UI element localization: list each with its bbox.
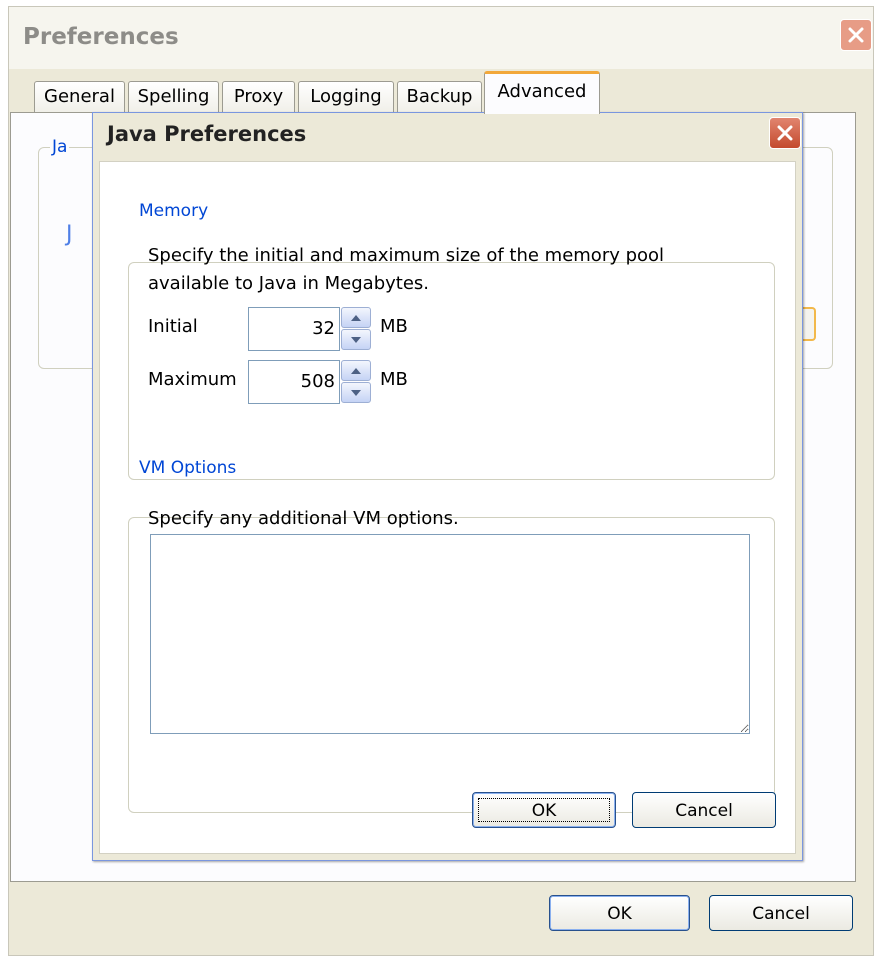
dialog-ok-label: OK	[531, 801, 557, 821]
window-title: Preferences	[23, 24, 179, 50]
maximum-memory-field[interactable]: 508	[248, 360, 340, 404]
memory-description: Specify the initial and maximum size of …	[148, 245, 665, 266]
dialog-ok-button[interactable]: OK	[472, 792, 616, 828]
spin-up-icon[interactable]	[341, 360, 371, 381]
cancel-button[interactable]: Cancel	[709, 895, 853, 931]
ok-button[interactable]: OK	[549, 895, 690, 931]
initial-label: Initial	[148, 316, 198, 337]
close-icon[interactable]	[769, 117, 801, 149]
preferences-title-bar[interactable]: Preferences	[9, 7, 873, 69]
spin-down-icon[interactable]	[341, 382, 371, 403]
java-dialog-title-bar[interactable]: Java Preferences	[93, 113, 802, 156]
vm-options-description: Specify any additional VM options.	[148, 508, 459, 529]
memory-description-line2: available to Java in Megabytes.	[148, 273, 430, 294]
tab-proxy[interactable]: Proxy	[222, 81, 295, 113]
tab-logging[interactable]: Logging	[298, 81, 394, 113]
dialog-cancel-button[interactable]: Cancel	[632, 792, 776, 828]
vm-options-group-label: VM Options	[137, 458, 239, 478]
memory-group-label: Memory	[137, 201, 211, 221]
spin-up-icon[interactable]	[341, 307, 371, 328]
maximum-label: Maximum	[148, 369, 237, 390]
tab-general[interactable]: General	[34, 81, 125, 113]
dialog-title: Java Preferences	[107, 122, 307, 146]
tab-backup[interactable]: Backup	[397, 81, 482, 113]
background-java-group-label: Ja	[50, 137, 70, 157]
tab-spelling[interactable]: Spelling	[128, 81, 219, 113]
spin-down-icon[interactable]	[341, 329, 371, 350]
initial-memory-stepper	[341, 307, 371, 351]
close-icon[interactable]	[840, 19, 872, 51]
maximum-memory-stepper	[341, 360, 371, 404]
tab-advanced[interactable]: Advanced	[484, 71, 600, 114]
initial-memory-field[interactable]: 32	[248, 307, 340, 351]
background-link[interactable]: J	[66, 222, 73, 247]
java-preferences-dialog: Java Preferences	[92, 112, 803, 861]
initial-unit-label: MB	[380, 316, 408, 337]
vm-options-textarea[interactable]	[150, 534, 750, 734]
maximum-unit-label: MB	[380, 369, 408, 390]
